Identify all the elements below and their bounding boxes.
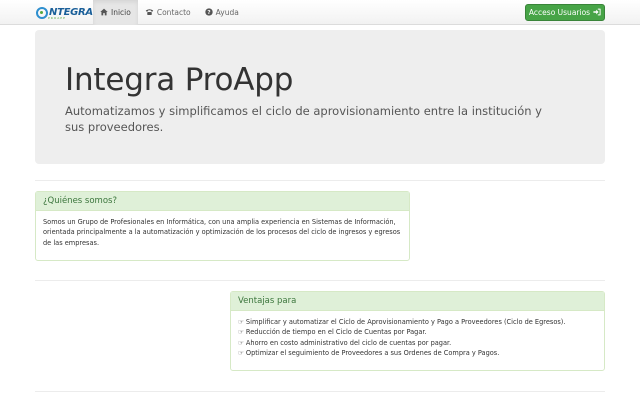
login-button[interactable]: Acceso Usuarios	[525, 4, 605, 21]
hero-jumbotron: Integra ProApp Automatizamos y simplific…	[35, 30, 605, 164]
question-circle-icon: ?	[204, 7, 213, 18]
hand-pointing-right-icon: ☞	[238, 349, 244, 358]
hero-lead-text: Automatizamos y simplificamos el ciclo d…	[65, 104, 542, 134]
sign-in-icon	[593, 8, 601, 18]
main-nav: Inicio Contacto ? Ayuda	[93, 0, 246, 25]
login-button-label: Acceso Usuarios	[528, 8, 591, 17]
section-divider	[35, 180, 605, 181]
phone-icon	[145, 8, 154, 18]
hand-pointing-right-icon: ☞	[238, 318, 244, 326]
advantages-panel: Ventajas para ☞ Simplificar y automatiza…	[230, 291, 605, 371]
brand-logo[interactable]: NTEGRA PROAPP	[36, 4, 93, 21]
list-item: ☞ Reducción de tiempo en el Ciclo de Cue…	[238, 327, 597, 337]
advantages-list: ☞ Simplificar y automatizar el Ciclo de …	[231, 311, 604, 365]
nav-item-contacto[interactable]: Contacto	[138, 0, 198, 25]
section-divider	[35, 391, 605, 392]
svg-text:?: ?	[207, 10, 210, 16]
about-panel-body: Somos un Grupo de Profesionales en Infor…	[43, 218, 401, 247]
home-icon	[100, 8, 108, 18]
list-item-text: Simplificar y automatizar el Ciclo de Ap…	[245, 318, 566, 326]
logo-ring-icon	[36, 6, 48, 19]
list-item-text: Ahorro en costo administrativo del ciclo…	[245, 338, 452, 347]
list-item-text: Reducción de tiempo en el Ciclo de Cuent…	[245, 328, 427, 337]
list-item: ☞ Optimizar el seguimiento de Proveedore…	[238, 348, 597, 358]
page-title: Integra ProApp	[65, 62, 294, 98]
list-item-text: Optimizar el seguimiento de Proveedores …	[245, 349, 500, 358]
nav-item-inicio[interactable]: Inicio	[93, 0, 138, 25]
list-item: ☞ Ahorro en costo administrativo del cic…	[238, 338, 597, 348]
advantages-panel-heading: Ventajas para	[231, 292, 604, 311]
nav-item-label: Contacto	[156, 8, 191, 17]
section-divider	[35, 280, 605, 281]
about-panel-heading: ¿Quiénes somos?	[36, 192, 409, 211]
brand-subtext: PROAPP	[48, 16, 66, 20]
nav-item-ayuda[interactable]: ? Ayuda	[198, 0, 246, 25]
list-item: ☞ Simplificar y automatizar el Ciclo de …	[238, 317, 597, 327]
hand-pointing-right-icon: ☞	[238, 338, 244, 347]
nav-item-label: Ayuda	[215, 8, 239, 17]
top-navbar: NTEGRA PROAPP Inicio Contacto ? Ayuda Ac…	[0, 0, 640, 25]
hand-pointing-right-icon: ☞	[238, 328, 244, 337]
about-panel: ¿Quiénes somos? Somos un Grupo de Profes…	[35, 191, 410, 261]
nav-item-label: Inicio	[111, 8, 131, 17]
